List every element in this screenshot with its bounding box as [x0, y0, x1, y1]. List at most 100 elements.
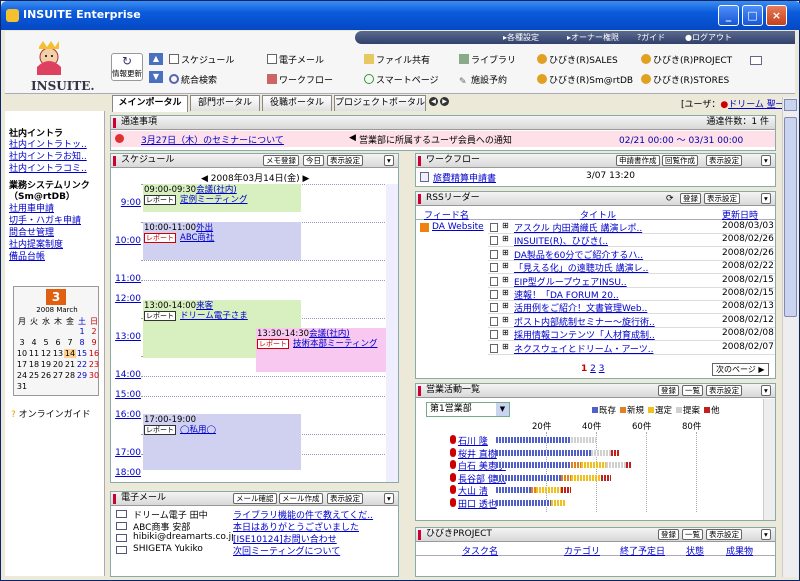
rss-item-link[interactable]: EIP型グループウェアINSU.. — [514, 275, 627, 288]
rss-col-date[interactable]: 更新日時 — [722, 208, 758, 221]
rss-item-link[interactable]: アスクル 内田満織氏 講演レポ.. — [514, 221, 642, 234]
hour-label[interactable]: 16:00 — [113, 410, 141, 420]
logout-link[interactable]: ●ログアウト — [685, 32, 732, 43]
rss-expand-icon[interactable]: ⊞ — [502, 275, 509, 284]
schedule-menu-icon[interactable]: ▾ — [384, 155, 394, 166]
nav-facility[interactable]: ✎ 施設予約 — [459, 73, 507, 87]
schedule-event[interactable]: 17:00-19:00 レポート ◯私用◯ — [143, 414, 301, 470]
schedule-settings-button[interactable]: 表示設定 — [327, 155, 363, 166]
calendar-date[interactable]: 2 — [88, 327, 100, 336]
rss-item-link[interactable]: 速報！「DA FORUM 20.. — [514, 288, 619, 301]
nav-email[interactable]: 電子メール — [267, 53, 324, 66]
hour-label[interactable]: 9:00 — [113, 198, 141, 208]
system-link-1[interactable]: 社用車申請 — [9, 203, 105, 215]
rss-row[interactable]: ⊞ INSUITE(R)、ひびき(.. 2008/02/26 — [488, 234, 775, 248]
rss-row[interactable]: ⊞ 採用情報コンテンツ「人材育成制.. 2008/02/08 — [488, 328, 775, 342]
hour-label[interactable]: 12:00 — [113, 294, 141, 304]
calendar-date[interactable]: 20 — [52, 360, 64, 369]
refresh-button[interactable]: ↻ 情報更新 — [111, 53, 143, 81]
hour-label[interactable]: 17:00 — [113, 448, 141, 458]
sales-person-link[interactable]: 石川 隆 — [458, 434, 488, 447]
event-title-link[interactable]: 来客 — [196, 301, 213, 311]
mail-check-button[interactable]: メール確認 — [233, 493, 277, 504]
hour-label[interactable]: 10:00 — [113, 236, 141, 246]
rss-row[interactable]: ⊞ 速報！「DA FORUM 20.. 2008/02/15 — [488, 288, 775, 301]
scroll-up-icon[interactable] — [784, 99, 797, 111]
rss-row[interactable]: ⊞ 「見える化」の遠聴功氏 講演レ.. 2008/02/22 — [488, 261, 775, 275]
schedule-event[interactable]: 10:00-11:00外出 レポート ABC商社 — [143, 222, 301, 260]
collapse-up-icon[interactable]: ▲ — [149, 53, 163, 65]
email-subject-link[interactable]: 次回ミーティングについて — [233, 544, 340, 557]
calendar-date[interactable]: 23 — [88, 360, 100, 369]
calendar-date[interactable]: 13 — [52, 349, 64, 358]
project-col-deliverable[interactable]: 成果物 — [726, 544, 753, 557]
report-badge[interactable]: レポート — [144, 195, 176, 205]
nav-search[interactable]: 統合検索 — [169, 73, 217, 86]
rss-menu-icon[interactable]: ▾ — [761, 193, 771, 204]
rss-refresh-icon[interactable]: ⟳ — [666, 193, 674, 206]
sales-list-button[interactable]: 一覧 — [682, 385, 703, 396]
rss-expand-icon[interactable]: ⊞ — [502, 342, 509, 351]
calendar-date[interactable]: 18 — [28, 360, 40, 369]
workflow-item-link[interactable]: 旅費精算申請書 — [433, 171, 496, 184]
rss-expand-icon[interactable]: ⊞ — [502, 248, 509, 257]
wf-circulate-button[interactable]: 回覧作成 — [662, 155, 698, 166]
owner-link[interactable]: ▸オーナー権限 — [567, 32, 619, 43]
wf-apply-button[interactable]: 申請書作成 — [616, 155, 660, 166]
rss-item-link[interactable]: 採用情報コンテンツ「人材育成制.. — [514, 328, 655, 341]
memo-button[interactable]: メモ登録 — [263, 155, 299, 166]
nav-schedule[interactable]: スケジュール — [169, 53, 234, 66]
email-row[interactable]: ABC商事 安部 本日はありがとうございました — [111, 520, 398, 533]
date-next-icon[interactable]: ▶ — [300, 174, 310, 184]
mail-compose-button[interactable]: メール作成 — [279, 493, 323, 504]
today-button[interactable]: 今日 — [303, 155, 324, 166]
calendar-date[interactable]: 15 — [76, 349, 88, 358]
tab-next-icon[interactable]: ▶ — [440, 97, 449, 106]
main-scrollbar[interactable] — [782, 97, 798, 577]
nav-file-share[interactable]: ファイル共有 — [364, 53, 430, 66]
calendar-date[interactable]: 4 — [28, 338, 40, 347]
rss-item-link[interactable]: ネクスウェイとドリーム・アーツ.. — [514, 342, 653, 355]
nav-workflow[interactable]: ワークフロー — [267, 73, 333, 86]
event-sub-link[interactable]: 技術本部ミーティング — [293, 339, 378, 349]
system-link-2[interactable]: 切手・ハガキ申請 — [9, 215, 105, 227]
sales-register-button[interactable]: 登録 — [658, 385, 679, 396]
event-sub-link[interactable]: ABC商社 — [180, 233, 214, 243]
guide-link[interactable]: ?ガイド — [637, 32, 665, 43]
calendar-date[interactable]: 19 — [40, 360, 52, 369]
event-sub-link[interactable]: ドリーム電子さま — [180, 311, 248, 321]
rss-row[interactable]: ⊞ ポスト内部統制セミナー〜旋行術.. 2008/02/12 — [488, 315, 775, 328]
calendar-date[interactable]: 9 — [88, 338, 100, 347]
calendar-date[interactable]: 1 — [76, 327, 88, 336]
event-sub-link[interactable]: 定例ミーティング — [180, 195, 248, 205]
calendar-date[interactable]: 30 — [88, 371, 100, 380]
rss-expand-icon[interactable]: ⊞ — [502, 301, 509, 310]
tab-project-portal[interactable]: プロジェクトポータル — [334, 95, 426, 111]
schedule-event[interactable]: 13:30-14:30会議(社内) レポート 技術本部ミーティング — [256, 328, 396, 372]
calendar-date[interactable]: 16 — [88, 349, 100, 358]
project-col-status[interactable]: 状態 — [686, 544, 704, 557]
schedule-event[interactable]: 09:00-09:30会議(社内) レポート 定例ミーティング — [143, 184, 301, 212]
rss-expand-icon[interactable]: ⊞ — [502, 315, 509, 324]
project-menu-icon[interactable]: ▾ — [761, 529, 771, 540]
minimize-button[interactable]: _ — [718, 5, 739, 26]
sales-person-link[interactable]: 大山 清 — [458, 484, 488, 497]
rss-page-1[interactable]: 1 — [581, 364, 587, 374]
project-list-button[interactable]: 一覧 — [682, 529, 703, 540]
email-row[interactable]: SHIGETA Yukiko 次回ミーティングについて — [111, 544, 398, 557]
sales-settings-button[interactable]: 表示設定 — [706, 385, 742, 396]
nav-hibiki-stores[interactable]: ひびき(R)STORES — [641, 73, 729, 86]
rss-item-link[interactable]: DA製品を60分でご紹介するハ.. — [514, 248, 643, 261]
rss-row[interactable]: ⊞ アスクル 内田満織氏 講演レポ.. 2008/03/03 — [488, 221, 775, 234]
report-badge[interactable]: レポート — [144, 311, 176, 321]
rss-row[interactable]: ⊞ EIP型グループウェアINSU.. 2008/02/15 — [488, 275, 775, 288]
online-guide-link[interactable]: ? オンラインガイド — [11, 407, 91, 420]
calendar-date[interactable]: 12 — [40, 349, 52, 358]
close-button[interactable]: × — [766, 5, 787, 26]
intra-link-1[interactable]: 社内イントラトッ.. — [9, 139, 105, 151]
maximize-button[interactable]: □ — [742, 5, 763, 26]
rss-item-link[interactable]: 「見える化」の遠聴功氏 講演レ.. — [514, 261, 648, 274]
rss-settings-button[interactable]: 表示設定 — [704, 193, 740, 204]
event-title-link[interactable]: 会議(社内) — [309, 329, 350, 339]
tab-role-portal[interactable]: 役職ポータル — [262, 95, 332, 111]
